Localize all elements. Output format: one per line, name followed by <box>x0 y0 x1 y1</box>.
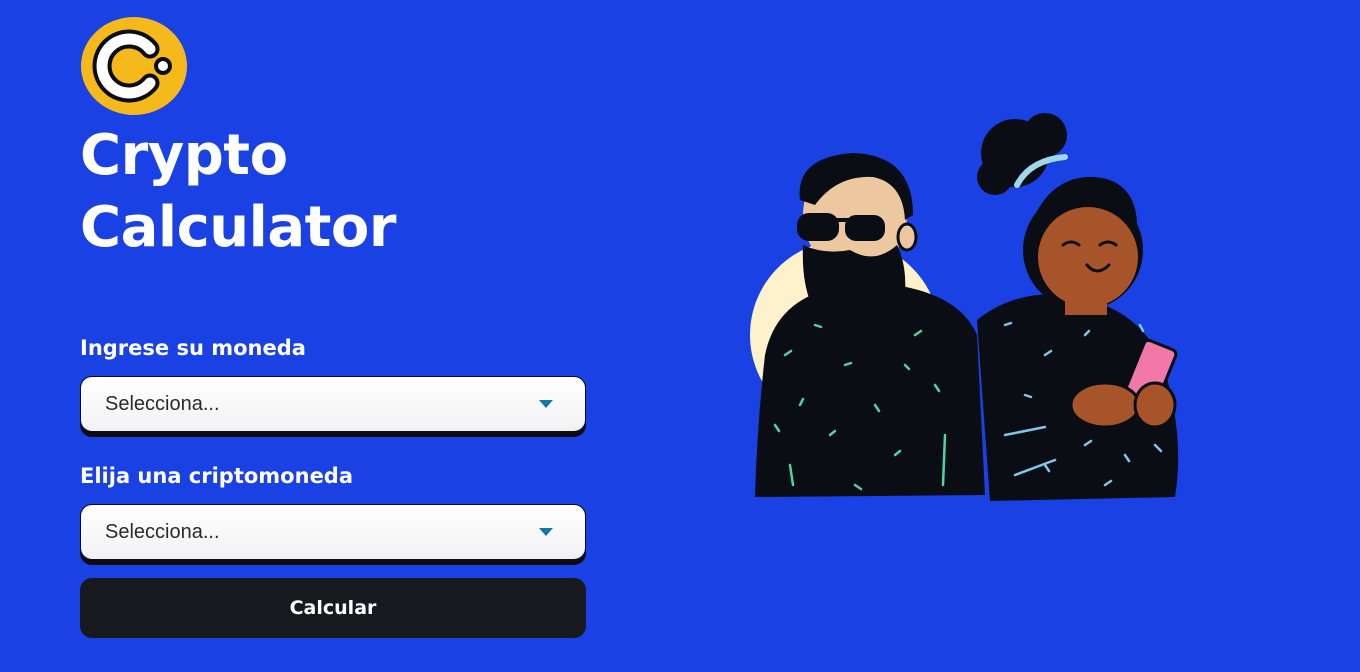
currency-select[interactable]: Selecciona... <box>80 376 586 432</box>
chevron-down-icon <box>539 528 553 536</box>
crypto-logo-icon <box>80 16 188 116</box>
calculate-button[interactable]: Calcular <box>80 578 586 638</box>
currency-select-value: Selecciona... <box>105 392 220 415</box>
crypto-select-value: Selecciona... <box>105 520 220 543</box>
title-line-1: Crypto <box>80 123 288 188</box>
title-line-2: Calculator <box>80 195 397 260</box>
chevron-down-icon <box>539 400 553 408</box>
page-title: Crypto Calculator <box>80 120 397 264</box>
people-illustration <box>745 105 1190 505</box>
crypto-select[interactable]: Selecciona... <box>80 504 586 560</box>
currency-label: Ingrese su moneda <box>80 336 306 360</box>
crypto-label: Elija una criptomoneda <box>80 464 354 488</box>
